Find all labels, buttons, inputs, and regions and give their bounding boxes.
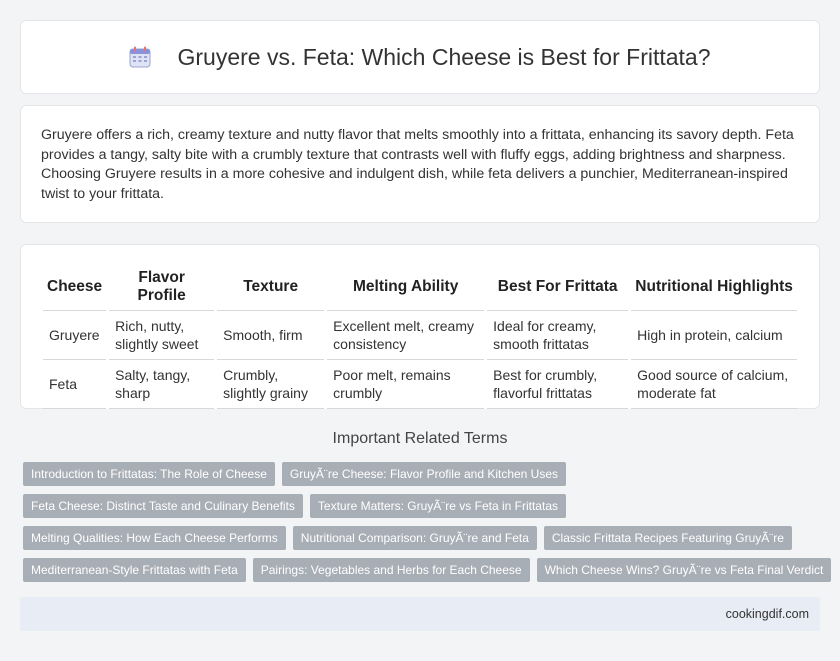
intro-card: Gruyere offers a rich, creamy texture an… bbox=[20, 105, 820, 223]
table-cell: Good source of calcium, moderate fat bbox=[628, 359, 797, 409]
related-term-tag[interactable]: Nutritional Comparison: GruyÃ¨re and Fet… bbox=[292, 526, 537, 550]
header-flavor-profile: Flavor Profile bbox=[106, 265, 216, 311]
table-cell: Crumbly, slightly grainy bbox=[214, 359, 326, 409]
header-nutritional-highlights: Nutritional Highlights bbox=[628, 265, 797, 311]
table-cell: Excellent melt, creamy consistency bbox=[324, 310, 486, 360]
comparison-table-card: Cheese Flavor Profile Texture Melting Ab… bbox=[20, 244, 820, 409]
related-terms-list: Introduction to Frittatas: The Role of C… bbox=[23, 462, 832, 590]
table-row: Gruyere Rich, nutty, slightly sweet Smoo… bbox=[43, 310, 797, 360]
related-term-tag[interactable]: Pairings: Vegetables and Herbs for Each … bbox=[252, 558, 530, 582]
intro-paragraph: Gruyere offers a rich, creamy texture an… bbox=[41, 127, 794, 202]
table-cell: Salty, tangy, sharp bbox=[106, 359, 216, 409]
table-row: Feta Salty, tangy, sharp Crumbly, slight… bbox=[43, 359, 797, 409]
related-term-tag[interactable]: Introduction to Frittatas: The Role of C… bbox=[23, 462, 275, 486]
table-cell: Smooth, firm bbox=[214, 310, 326, 360]
tag-row: Feta Cheese: Distinct Taste and Culinary… bbox=[23, 494, 823, 518]
table-cell: Best for crumbly, flavorful frittatas bbox=[484, 359, 630, 409]
related-term-tag[interactable]: Which Cheese Wins? GruyÃ¨re vs Feta Fina… bbox=[536, 558, 832, 582]
related-terms-heading: Important Related Terms bbox=[332, 430, 508, 447]
table-cell: Rich, nutty, slightly sweet bbox=[106, 310, 216, 360]
related-term-tag[interactable]: GruyÃ¨re Cheese: Flavor Profile and Kitc… bbox=[281, 462, 567, 486]
tag-row: Melting Qualities: How Each Cheese Perfo… bbox=[23, 526, 823, 550]
footer-bar: cookingdif.com bbox=[20, 597, 820, 631]
table-cell: Feta bbox=[43, 359, 108, 409]
tag-row: Introduction to Frittatas: The Role of C… bbox=[23, 462, 823, 486]
tag-row: Mediterranean-Style Frittatas with Feta … bbox=[23, 558, 832, 582]
footer-site-link[interactable]: cookingdif.com bbox=[726, 607, 809, 621]
table-cell: Gruyere bbox=[43, 310, 108, 360]
related-term-tag[interactable]: Feta Cheese: Distinct Taste and Culinary… bbox=[23, 494, 303, 518]
header-best-for-frittata: Best For Frittata bbox=[484, 265, 630, 311]
page-title-text: Gruyere vs. Feta: Which Cheese is Best f… bbox=[177, 43, 711, 70]
table-cell: High in protein, calcium bbox=[628, 310, 797, 360]
related-term-tag[interactable]: Classic Frittata Recipes Featuring GruyÃ… bbox=[543, 526, 792, 550]
header-cheese: Cheese bbox=[43, 265, 108, 311]
title-card: Gruyere vs. Feta: Which Cheese is Best f… bbox=[20, 20, 820, 94]
page-title: Gruyere vs. Feta: Which Cheese is Best f… bbox=[129, 43, 711, 71]
comparison-table: Cheese Flavor Profile Texture Melting Ab… bbox=[43, 265, 797, 409]
table-cell: Poor melt, remains crumbly bbox=[324, 359, 486, 409]
table-cell: Ideal for creamy, smooth frittatas bbox=[484, 310, 630, 360]
header-texture: Texture bbox=[214, 265, 326, 311]
table-header-row: Cheese Flavor Profile Texture Melting Ab… bbox=[43, 265, 797, 311]
header-melting-ability: Melting Ability bbox=[324, 265, 486, 311]
related-term-tag[interactable]: Mediterranean-Style Frittatas with Feta bbox=[23, 558, 246, 582]
related-term-tag[interactable]: Melting Qualities: How Each Cheese Perfo… bbox=[23, 526, 286, 550]
related-term-tag[interactable]: Texture Matters: GruyÃ¨re vs Feta in Fri… bbox=[309, 494, 566, 518]
calendar-icon bbox=[129, 46, 151, 68]
